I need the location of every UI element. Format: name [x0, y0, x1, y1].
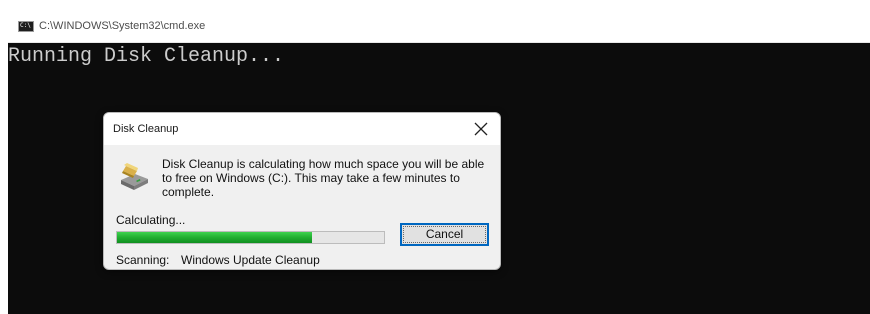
dialog-message: Disk Cleanup is calculating how much spa… [162, 157, 485, 199]
disk-cleanup-icon [121, 163, 148, 190]
scanning-value: Windows Update Cleanup [181, 253, 320, 267]
scanning-label: Scanning: [116, 253, 170, 267]
progress-fill [117, 232, 312, 243]
cancel-button-label: Cancel [425, 227, 464, 241]
cancel-button[interactable]: Cancel [400, 223, 489, 246]
console-output: Running Disk Cleanup... [8, 45, 285, 68]
disk-cleanup-dialog: Disk Cleanup Disk Cleanup is calculating… [103, 112, 501, 270]
dialog-title: Disk Cleanup [113, 123, 179, 135]
close-button[interactable] [466, 116, 496, 142]
status-label: Calculating... [116, 213, 186, 227]
window-title: C:\WINDOWS\System32\cmd.exe [39, 20, 206, 32]
progress-bar [116, 231, 385, 244]
console-icon: C:\ [18, 21, 34, 32]
console-icon-glyph: C:\ [20, 22, 31, 29]
dialog-titlebar[interactable]: Disk Cleanup [104, 113, 500, 145]
close-icon [474, 122, 488, 136]
cmd-titlebar[interactable]: C:\ C:\WINDOWS\System32\cmd.exe [8, 9, 870, 43]
